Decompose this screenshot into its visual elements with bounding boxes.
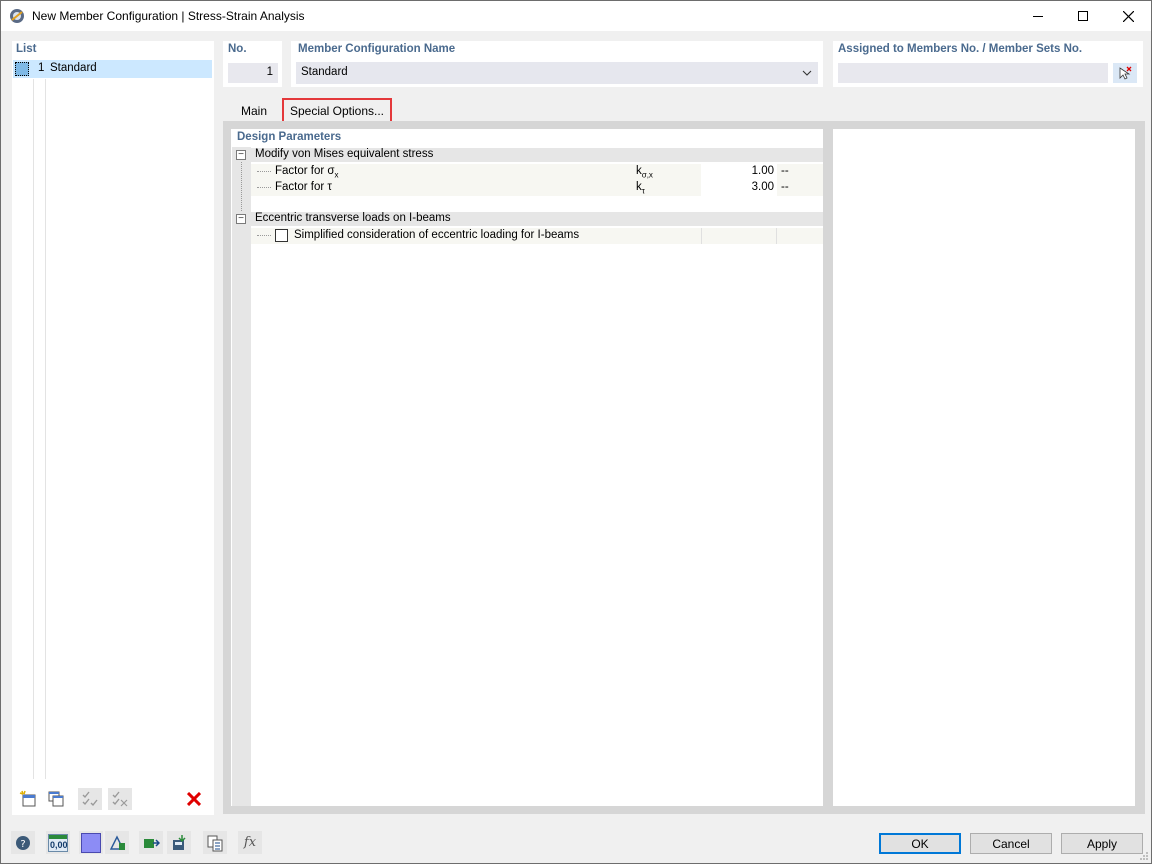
window-title: New Member Configuration | Stress-Strain… (32, 9, 305, 23)
help-icon: ? (16, 835, 30, 850)
config-name-label: Member Configuration Name (298, 43, 456, 55)
list-item-name: Standard (50, 62, 97, 74)
formula-icon: fx (243, 835, 257, 850)
cancel-button[interactable]: Cancel (970, 833, 1052, 854)
title-bar: New Member Configuration | Stress-Strain… (1, 1, 1151, 31)
tab-main[interactable]: Main (229, 98, 279, 123)
list-header: List (16, 43, 37, 55)
close-icon (1122, 10, 1134, 22)
copy-icon (48, 791, 64, 807)
eccentric-loading-checkbox[interactable] (275, 229, 288, 242)
number-value: 1 (266, 66, 273, 78)
param-label: Simplified consideration of eccentric lo… (294, 229, 580, 241)
uncheck-all-icon (112, 791, 128, 807)
number-label: No. (228, 43, 247, 55)
export-icon (144, 838, 160, 848)
copy-item-button[interactable] (44, 788, 68, 810)
group-title: Modify von Mises equivalent stress (255, 148, 434, 160)
minimize-button[interactable] (1015, 1, 1061, 31)
column-divider (776, 228, 777, 244)
dialog-window: New Member Configuration | Stress-Strain… (0, 0, 1152, 864)
uncheck-all-button[interactable] (108, 788, 132, 810)
list-item-number: 1 (38, 62, 45, 74)
maximize-button[interactable] (1060, 1, 1106, 31)
minimize-icon (1033, 15, 1043, 17)
param-value-field[interactable]: 1.00 (701, 164, 777, 180)
list-item-checkbox[interactable] (15, 62, 29, 76)
param-row-eccentric: Simplified consideration of eccentric lo… (251, 228, 823, 244)
pick-cursor-icon (1119, 66, 1132, 80)
tree-connector (257, 171, 271, 172)
list-divider (33, 79, 34, 779)
table-icon (207, 835, 223, 851)
config-name-panel: Member Configuration Name Standard (291, 41, 823, 87)
import-icon (173, 834, 186, 850)
formula-button[interactable]: fx (238, 831, 262, 854)
decimal-places-icon: 0,00 (48, 833, 68, 852)
param-symbol: kσ,x (636, 165, 653, 180)
delete-button[interactable] (182, 788, 206, 810)
delete-icon (187, 792, 201, 806)
color-button[interactable] (79, 831, 103, 854)
list-item[interactable]: 1 Standard (13, 60, 212, 78)
collapse-icon[interactable]: − (236, 150, 246, 160)
new-item-icon (19, 790, 36, 807)
help-button[interactable]: ? (11, 831, 35, 854)
import-button[interactable] (167, 831, 191, 854)
list-divider (45, 79, 46, 779)
list-panel: List 1 Standard (12, 41, 214, 815)
param-value-field[interactable]: 3.00 (701, 180, 777, 196)
param-label: Factor for σx (275, 165, 339, 180)
preview-panel (833, 129, 1135, 806)
group-von-mises[interactable]: − Modify von Mises equivalent stress (232, 148, 823, 162)
assigned-input[interactable] (838, 63, 1108, 83)
param-symbol: kτ (636, 181, 645, 196)
group-eccentric-loads[interactable]: − Eccentric transverse loads on I-beams (232, 212, 823, 226)
param-label: Factor for τ (275, 181, 332, 193)
structure-icon (109, 834, 125, 850)
tree-connector (257, 235, 271, 236)
number-panel: No. 1 (223, 41, 282, 87)
check-all-icon (82, 791, 98, 807)
param-unit: -- (781, 165, 789, 177)
number-field: 1 (228, 63, 278, 83)
design-parameters-header: Design Parameters (237, 131, 342, 143)
table-view-button[interactable] (203, 831, 227, 854)
param-value: 1.00 (751, 165, 774, 177)
chevron-down-icon (802, 70, 812, 76)
svg-text:?: ? (20, 839, 25, 850)
assigned-label: Assigned to Members No. / Member Sets No… (838, 43, 1083, 55)
maximize-icon (1078, 11, 1088, 21)
tree-line (241, 161, 242, 211)
apply-button[interactable]: Apply (1061, 833, 1143, 854)
group-title: Eccentric transverse loads on I-beams (255, 212, 451, 224)
collapse-icon[interactable]: − (236, 214, 246, 224)
config-name-dropdown[interactable]: Standard (296, 62, 818, 84)
check-all-button[interactable] (78, 788, 102, 810)
tree-connector (257, 187, 271, 188)
new-item-button[interactable] (16, 788, 40, 810)
select-members-button[interactable] (1113, 63, 1137, 83)
column-divider (701, 228, 702, 244)
param-unit: -- (781, 181, 789, 193)
param-row-tau: Factor for τ kτ 3.00 -- (251, 180, 823, 196)
ok-button[interactable]: OK (879, 833, 961, 854)
config-name-value: Standard (301, 66, 348, 78)
view-structure-button[interactable] (105, 831, 129, 854)
param-value: 3.00 (751, 181, 774, 193)
close-button[interactable] (1105, 1, 1151, 31)
color-swatch-icon (81, 832, 101, 853)
resize-grip-icon[interactable] (1139, 851, 1149, 861)
tab-special-options[interactable]: Special Options... (282, 98, 392, 123)
export-button[interactable] (139, 831, 163, 854)
tree-gutter (232, 147, 251, 806)
assigned-panel: Assigned to Members No. / Member Sets No… (833, 41, 1143, 87)
app-icon (10, 9, 24, 23)
param-row-sigma: Factor for σx kσ,x 1.00 -- (251, 164, 823, 180)
decimal-places-button[interactable]: 0,00 (46, 831, 70, 854)
